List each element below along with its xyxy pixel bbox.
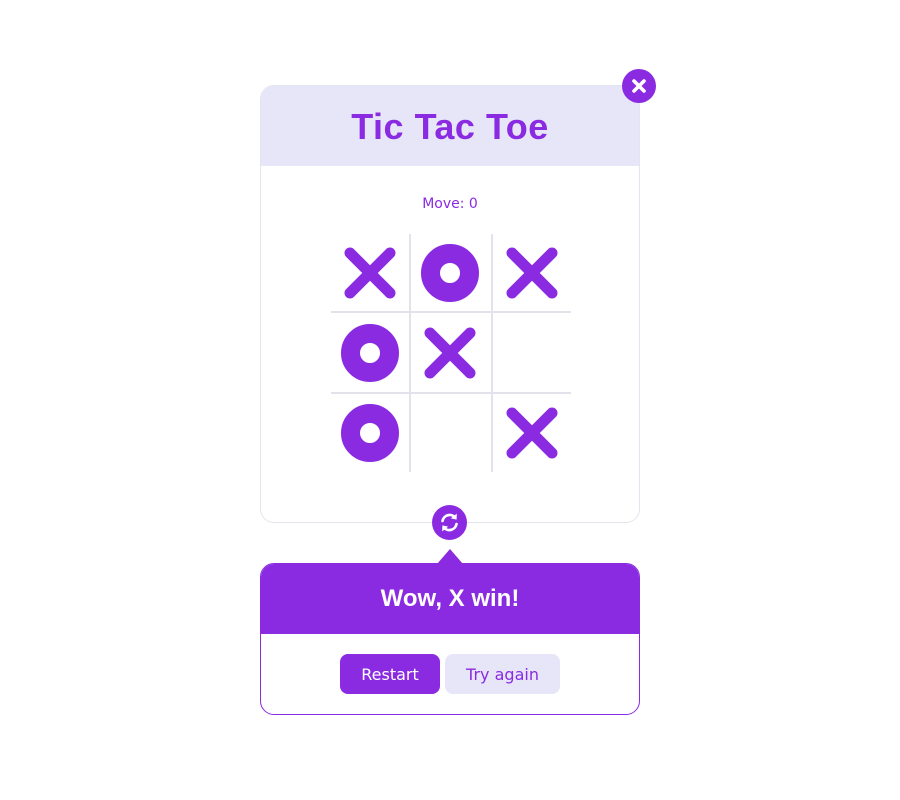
restart-button[interactable]: Restart — [340, 654, 440, 694]
close-button[interactable] — [622, 69, 656, 103]
x-mark-icon — [506, 247, 558, 299]
result-pointer — [437, 549, 463, 564]
refresh-button[interactable] — [432, 505, 467, 540]
board-cell[interactable] — [493, 314, 571, 392]
close-icon — [632, 79, 646, 93]
x-mark-icon — [506, 407, 558, 459]
board-cell[interactable] — [331, 314, 409, 392]
board-cell[interactable] — [411, 234, 489, 312]
board-cell[interactable] — [331, 234, 409, 312]
stage: Tic Tac Toe Move: 0 Wow, X win! Restart — [0, 0, 900, 800]
game-board — [331, 234, 571, 472]
board-cell[interactable] — [493, 234, 571, 312]
o-mark-icon — [341, 324, 399, 382]
refresh-icon — [441, 513, 458, 532]
card-header: Tic Tac Toe — [261, 86, 639, 166]
board-cell[interactable] — [411, 394, 489, 472]
try-again-button[interactable]: Try again — [445, 654, 560, 694]
o-mark-icon — [341, 404, 399, 462]
o-mark-icon — [421, 244, 479, 302]
result-actions: Restart Try again — [261, 654, 639, 694]
board-cell[interactable] — [493, 394, 571, 472]
board-cell[interactable] — [331, 394, 409, 472]
move-counter: Move: 0 — [422, 196, 478, 212]
x-mark-icon — [344, 247, 396, 299]
result-card: Wow, X win! Restart Try again — [260, 563, 640, 715]
result-message: Wow, X win! — [380, 585, 520, 612]
game-card: Tic Tac Toe Move: 0 — [260, 85, 640, 523]
board-cell[interactable] — [411, 314, 489, 392]
x-mark-icon — [424, 327, 476, 379]
game-title: Tic Tac Toe — [351, 106, 549, 147]
result-header: Wow, X win! — [261, 564, 639, 634]
